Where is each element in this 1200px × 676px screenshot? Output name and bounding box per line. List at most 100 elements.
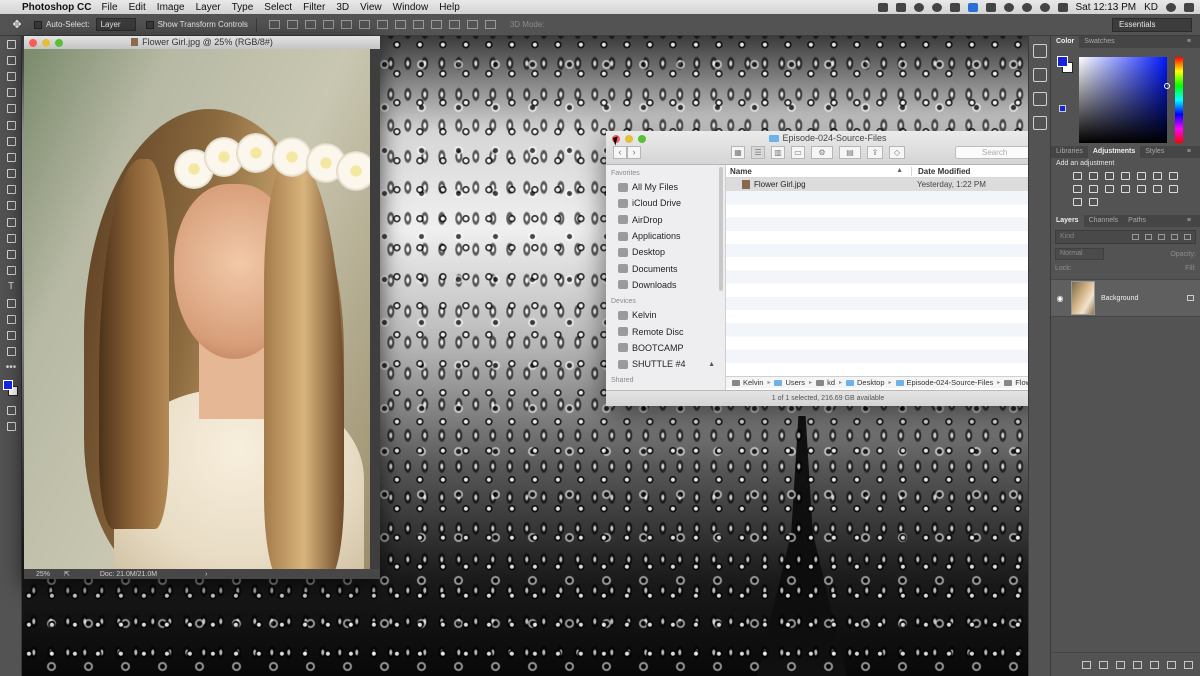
panel-menu-icon[interactable]: ≡ (1182, 215, 1196, 227)
align-right-icon[interactable] (358, 20, 370, 29)
icon-view-button[interactable]: ▦ (731, 146, 745, 159)
color-balance-icon[interactable] (1169, 172, 1178, 180)
layer-style-icon[interactable] (1099, 660, 1108, 669)
color-mode-swatch[interactable] (1059, 105, 1066, 112)
paragraph-panel-icon[interactable] (1032, 116, 1047, 130)
eraser-tool[interactable] (0, 198, 22, 214)
file-row[interactable]: Flower Girl.jpg Yesterday, 1:22 PM (726, 178, 1050, 192)
brush-tool[interactable] (0, 149, 22, 165)
posterize-icon[interactable] (1153, 185, 1162, 193)
hue-saturation-icon[interactable] (1153, 172, 1162, 180)
tab-styles[interactable]: Styles (1140, 146, 1169, 158)
vibrance-icon[interactable] (1137, 172, 1146, 180)
display-icon[interactable] (949, 2, 960, 12)
threshold-icon[interactable] (1169, 185, 1178, 193)
screen-mode-tool[interactable] (0, 418, 22, 434)
distribute-bottom-icon[interactable] (412, 20, 424, 29)
properties-panel-icon[interactable] (1032, 68, 1047, 82)
move-tool-icon[interactable]: ✥ (10, 18, 24, 31)
sidebar-item-airdrop[interactable]: AirDrop (606, 212, 725, 228)
quick-select-tool[interactable] (0, 85, 22, 101)
name-column-header[interactable]: Name ▲ (726, 167, 911, 176)
sidebar-item-all-my-files[interactable]: All My Files (606, 179, 725, 195)
new-group-icon[interactable] (1150, 660, 1159, 669)
zoom-level[interactable]: 25% (36, 571, 64, 578)
tab-adjustments[interactable]: Adjustments (1087, 146, 1141, 158)
history-panel-icon[interactable] (1032, 44, 1047, 58)
shape-filter-icon[interactable] (1171, 234, 1178, 240)
new-adjustment-icon[interactable] (1133, 660, 1142, 669)
brightness-contrast-icon[interactable] (1073, 172, 1082, 180)
clock[interactable]: Sat 12:13 PM (1076, 2, 1137, 13)
wifi-icon[interactable] (1021, 2, 1032, 12)
levels-icon[interactable] (1089, 172, 1098, 180)
smart-object-filter-icon[interactable] (1184, 234, 1191, 240)
type-filter-icon[interactable] (1158, 234, 1165, 240)
path-item-users[interactable]: Users (774, 378, 805, 387)
forward-button[interactable]: › (627, 146, 641, 159)
close-button[interactable] (29, 39, 37, 47)
align-bottom-icon[interactable] (304, 20, 316, 29)
finder-toolbar[interactable]: Episode-024-Source-Files ‹ › ▦ ☰ ▥ ▭ ⚙ ▤… (606, 131, 1050, 165)
link-layers-icon[interactable] (1082, 660, 1091, 669)
adjustment-filter-icon[interactable] (1145, 234, 1152, 240)
invert-icon[interactable] (1137, 185, 1146, 193)
document-info[interactable]: Doc: 21.0M/21.0M (100, 571, 157, 578)
color-swatches[interactable] (0, 376, 21, 402)
color-field[interactable] (1079, 57, 1170, 143)
sidebar-item-downloads[interactable]: Downloads (606, 277, 725, 293)
bluetooth-icon[interactable] (1003, 2, 1014, 12)
tab-color[interactable]: Color (1051, 36, 1080, 48)
black-white-icon[interactable] (1073, 185, 1082, 193)
eyedropper-tool[interactable] (0, 117, 22, 133)
cover-flow-button[interactable]: ▭ (791, 146, 805, 159)
screen-record-icon[interactable] (895, 2, 906, 12)
menu-image[interactable]: Image (157, 2, 185, 13)
menu-select[interactable]: Select (264, 2, 292, 13)
sidebar-item-icloud-drive[interactable]: iCloud Drive (606, 195, 725, 211)
pixel-filter-icon[interactable] (1132, 234, 1139, 240)
new-layer-icon[interactable] (1167, 660, 1176, 669)
path-select-tool[interactable] (0, 295, 22, 311)
battery-status-icon[interactable] (985, 2, 996, 12)
distribute-vcenter-icon[interactable] (394, 20, 406, 29)
menu-edit[interactable]: Edit (129, 2, 146, 13)
panel-menu-icon[interactable]: ≡ (1182, 146, 1196, 158)
tab-channels[interactable]: Channels (1084, 215, 1124, 227)
status-menu-arrow-icon[interactable]: › (205, 571, 207, 578)
document-canvas[interactable] (24, 49, 370, 569)
menu-3d[interactable]: 3D (336, 2, 349, 13)
pen-tool[interactable] (0, 263, 22, 279)
menu-layer[interactable]: Layer (196, 2, 221, 13)
blend-mode-dropdown[interactable]: Normal (1055, 248, 1104, 260)
minimize-button[interactable] (42, 39, 50, 47)
dodge-tool[interactable] (0, 246, 22, 262)
workspace-switcher[interactable]: Essentials (1112, 18, 1192, 32)
add-mask-icon[interactable] (1116, 660, 1125, 669)
export-icon[interactable]: ⇱ (64, 570, 70, 578)
exposure-icon[interactable] (1121, 172, 1130, 180)
cloud-status-icon[interactable] (877, 2, 888, 12)
date-column-header[interactable]: Date Modified (911, 166, 970, 176)
sidebar-item-bootcamp[interactable]: BOOTCAMP (606, 340, 725, 356)
sidebar-item-shuttle[interactable]: SHUTTLE #4 ▲ (606, 356, 725, 372)
foreground-color-swatch[interactable] (3, 379, 13, 390)
menu-view[interactable]: View (360, 2, 382, 13)
distribute-top-icon[interactable] (376, 20, 388, 29)
auto-align-icon[interactable] (484, 20, 496, 29)
curves-icon[interactable] (1105, 172, 1114, 180)
color-lookup-icon[interactable] (1121, 185, 1130, 193)
eject-icon[interactable]: ▲ (708, 361, 715, 368)
action-gear-icon[interactable]: ⚙ (811, 146, 833, 159)
sidebar-item-applications[interactable]: Applications (606, 228, 725, 244)
distribute-left-icon[interactable] (430, 20, 442, 29)
document-scrollbar[interactable] (370, 49, 380, 569)
hand-tool[interactable] (0, 327, 22, 343)
tab-libraries[interactable]: Libraries (1051, 146, 1088, 158)
column-view-button[interactable]: ▥ (771, 146, 785, 159)
marquee-tool[interactable] (0, 52, 22, 68)
sidebar-item-documents[interactable]: Documents (606, 260, 725, 276)
tag-icon[interactable]: ◇ (889, 146, 905, 159)
path-item-kelvin[interactable]: Kelvin (732, 378, 763, 387)
path-item-desktop[interactable]: Desktop (846, 378, 885, 387)
